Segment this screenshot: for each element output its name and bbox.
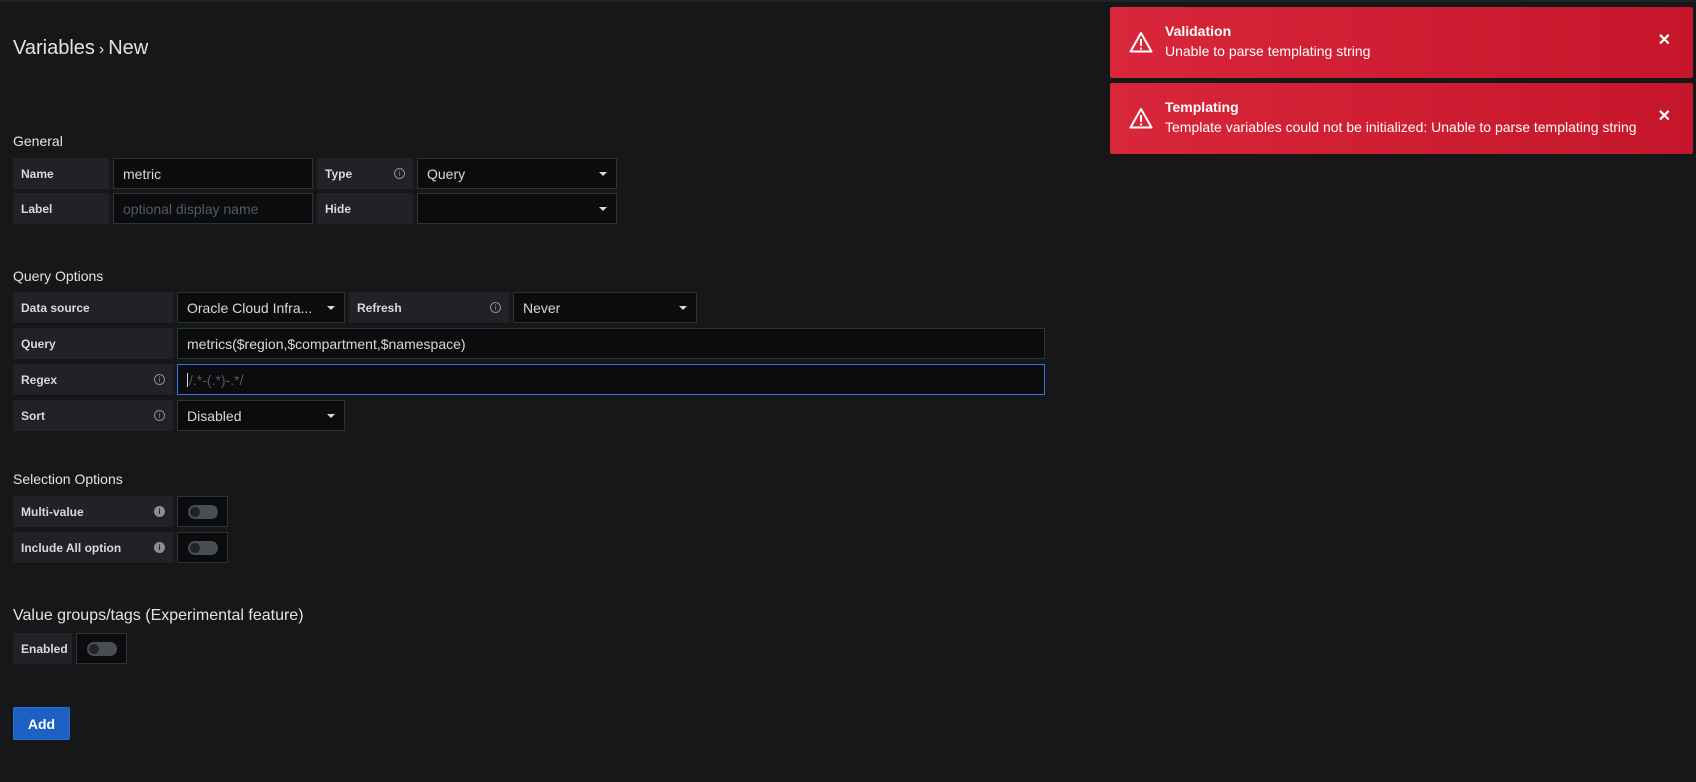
selection-options-heading: Selection Options [13, 471, 123, 487]
info-icon[interactable]: i [394, 168, 405, 179]
info-icon[interactable]: i [154, 542, 165, 553]
hide-label: Hide [317, 193, 413, 224]
warning-icon [1129, 108, 1153, 129]
value-groups-heading: Value groups/tags (Experimental feature) [13, 607, 304, 624]
page-title: Variables › New [13, 37, 148, 60]
label-label: Label [13, 193, 109, 224]
refresh-select[interactable]: Never [513, 292, 697, 323]
caret-down-icon [599, 172, 607, 176]
top-border [0, 0, 1696, 2]
toast-title: Validation [1165, 23, 1232, 39]
caret-down-icon [327, 306, 335, 310]
type-label: Type i [317, 158, 413, 189]
caret-down-icon [679, 306, 687, 310]
toast-title: Templating [1165, 99, 1239, 115]
include-all-label: Include All option i [13, 532, 173, 563]
info-icon[interactable]: i [154, 374, 165, 385]
enabled-label: Enabled [13, 633, 72, 664]
enabled-toggle[interactable] [87, 642, 117, 656]
name-label: Name [13, 158, 109, 189]
toast-text: Unable to parse templating string [1165, 43, 1371, 59]
regex-input[interactable]: /.*-(.*)-.*/ [177, 364, 1045, 395]
info-icon[interactable]: i [154, 410, 165, 421]
multi-value-toggle[interactable] [188, 505, 218, 519]
breadcrumb-current: New [108, 37, 149, 59]
text-cursor [187, 372, 188, 387]
regex-label: Regex i [13, 364, 173, 395]
sort-select[interactable]: Disabled [177, 400, 345, 431]
toggle-knob [190, 507, 200, 517]
caret-down-icon [327, 414, 335, 418]
toggle-knob [190, 543, 200, 553]
include-all-switch-box [177, 532, 228, 563]
datasource-label: Data source [13, 292, 173, 323]
multi-value-label: Multi-value i [13, 496, 173, 527]
enabled-switch-box [76, 633, 127, 664]
query-textarea[interactable]: metrics($region,$compartment,$namespace) [177, 328, 1045, 359]
close-icon[interactable]: ✕ [1658, 109, 1671, 125]
name-input[interactable]: metric [113, 158, 313, 189]
sort-label: Sort i [13, 400, 173, 431]
include-all-toggle[interactable] [188, 541, 218, 555]
general-heading: General [13, 133, 63, 149]
toast-text: Template variables could not be initiali… [1165, 119, 1637, 135]
caret-down-icon [599, 207, 607, 211]
info-icon[interactable]: i [490, 302, 501, 313]
datasource-select[interactable]: Oracle Cloud Infra... [177, 292, 345, 323]
info-icon[interactable]: i [154, 506, 165, 517]
query-label: Query [13, 328, 173, 359]
breadcrumb-parent[interactable]: Variables [13, 37, 95, 59]
query-options-heading: Query Options [13, 268, 104, 284]
close-icon[interactable]: ✕ [1658, 33, 1671, 49]
multi-value-switch-box [177, 496, 228, 527]
refresh-label: Refresh i [349, 292, 509, 323]
breadcrumb-separator: › [98, 41, 105, 58]
warning-icon [1129, 32, 1153, 53]
add-button[interactable]: Add [13, 707, 70, 740]
toggle-knob [89, 644, 99, 654]
label-input[interactable]: optional display name [113, 193, 313, 224]
type-select[interactable]: Query [417, 158, 617, 189]
toast-templating: Templating Template variables could not … [1110, 83, 1693, 154]
toast-validation: Validation Unable to parse templating st… [1110, 7, 1693, 78]
hide-select[interactable] [417, 193, 617, 224]
